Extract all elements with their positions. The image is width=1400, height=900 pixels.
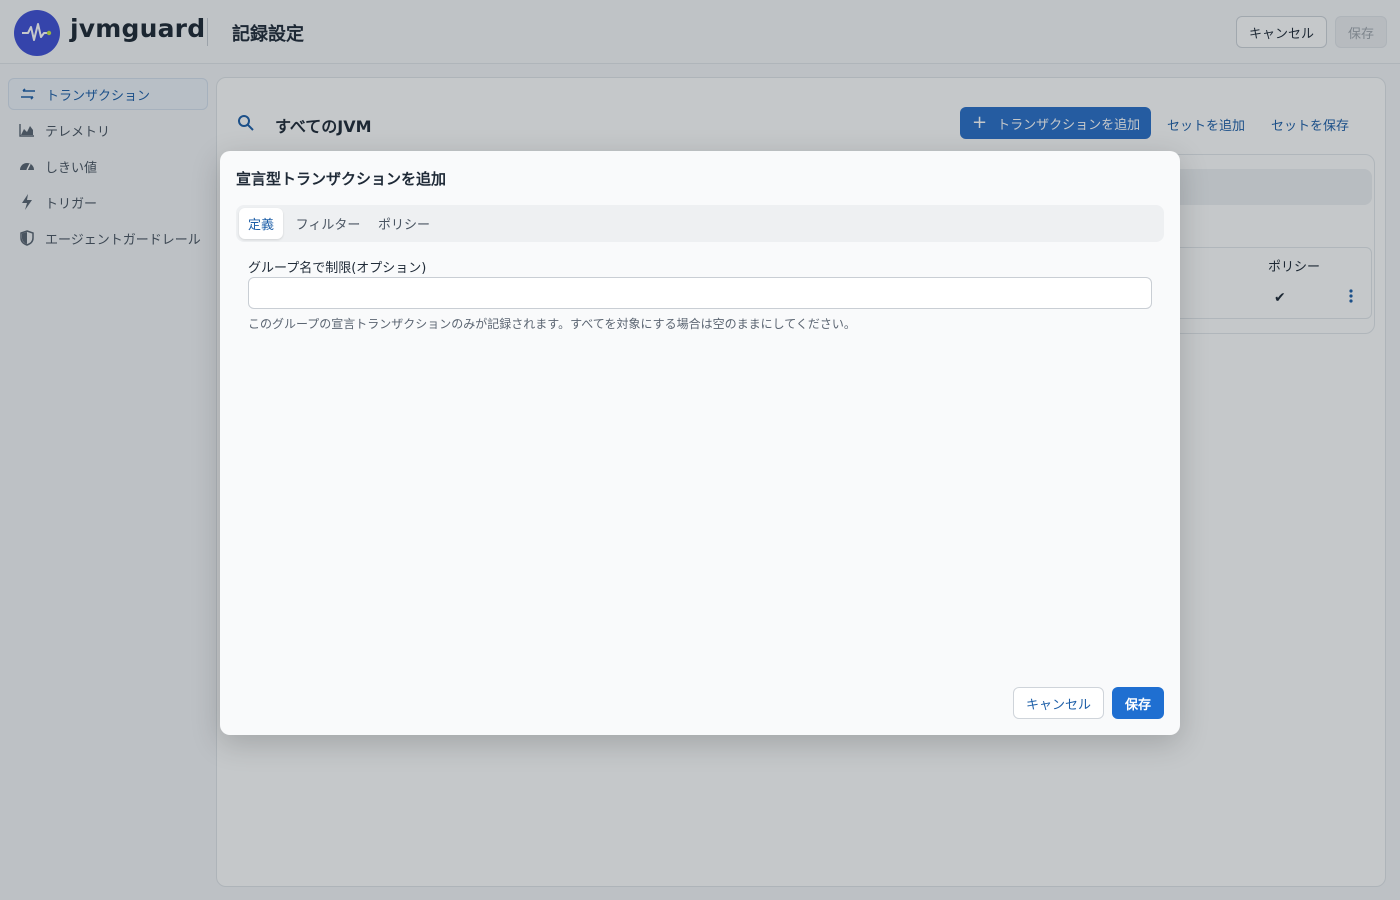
group-name-help-text: このグループの宣言トランザクションのみが記録されます。すべてを対象にする場合は空… bbox=[248, 317, 856, 331]
dialog-title: 宣言型トランザクションを追加 bbox=[236, 170, 447, 188]
add-transaction-dialog: 宣言型トランザクションを追加 定義 フィルター ポリシー グループ名で制限(オプ… bbox=[220, 151, 1180, 735]
group-name-label: グループ名で制限(オプション) bbox=[248, 261, 427, 276]
dialog-save-button[interactable]: 保存 bbox=[1112, 687, 1164, 719]
tab-definition[interactable]: 定義 bbox=[239, 208, 283, 239]
dialog-tabs: 定義 フィルター ポリシー bbox=[236, 205, 1164, 242]
group-name-input[interactable] bbox=[248, 277, 1152, 309]
tab-policy[interactable]: ポリシー bbox=[372, 208, 436, 239]
dialog-cancel-button[interactable]: キャンセル bbox=[1013, 687, 1104, 719]
tab-filter[interactable]: フィルター bbox=[288, 208, 368, 239]
